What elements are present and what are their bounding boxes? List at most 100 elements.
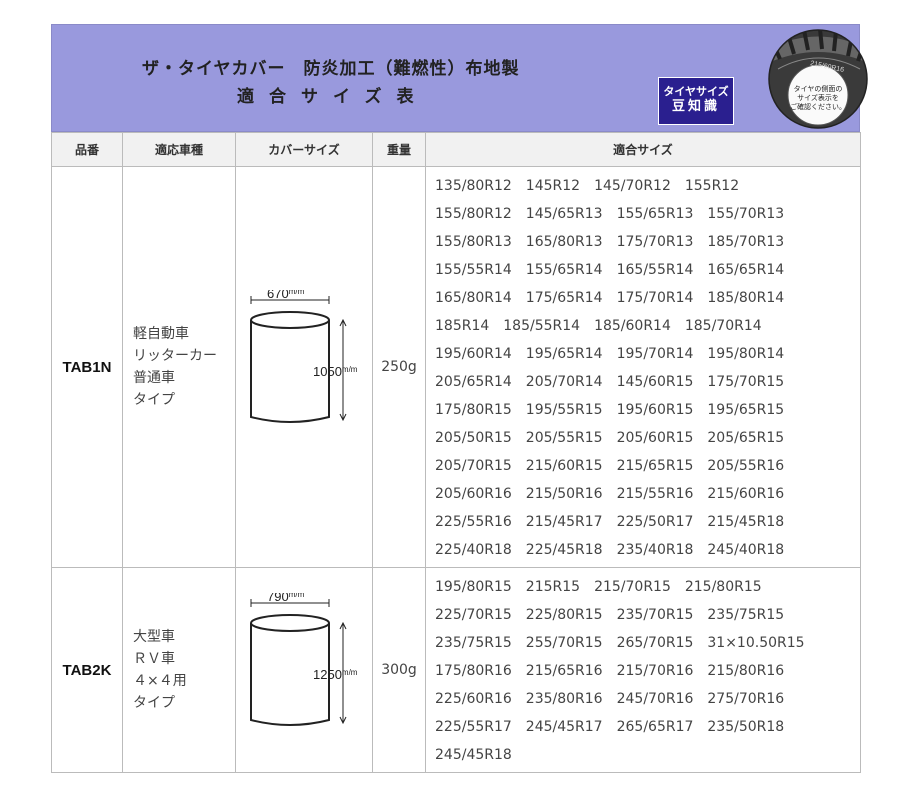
tire-size: 235/75R15 [707,607,785,623]
tire-size: 185/60R14 [594,318,671,334]
tire-size: 205/65R14 [435,374,512,390]
tire-size: 155/65R14 [525,262,603,278]
tire-sidewall-icon: 215/60R16 タイヤの側面の サイズ表示を ご確認ください。 [768,29,868,129]
tire-size: 155/55R14 [435,262,512,278]
tire-size: 215/45R17 [525,514,603,530]
size-line: 155/80R13 165/80R13 175/70R13 185/70R13 [435,229,860,257]
tire-size: 235/70R15 [616,607,694,623]
cover-cylinder-diagram: 670m/m 1050m/m [250,286,358,423]
header-banner: ザ・タイヤカバー 防炎加工（難燃性）布地製 適合サイズ表 タイヤサイズ 豆知識 … [51,24,868,132]
cover-unit: m/m [342,365,358,374]
tire-size: 205/70R15 [435,458,512,474]
size-line: 155/55R14 155/65R14 165/55R14 165/65R14 [435,257,860,285]
tire-size: 235/80R16 [525,691,603,707]
tire-note-line-2: サイズ表示を [797,93,839,102]
tire-size: 185/55R14 [503,318,581,334]
vehicle-type: 大型車 [133,629,175,645]
cover-unit: m/m [289,593,305,599]
tire-size: 245/45R18 [435,747,512,763]
tire-size: 265/70R15 [616,635,694,651]
tire-size: 235/40R18 [616,542,694,558]
tire-size: 145/70R12 [594,178,671,194]
badge-line-1: タイヤサイズ [663,85,729,98]
badge-line-2: 豆知識 [671,99,720,114]
page-container: ザ・タイヤカバー 防炎加工（難燃性）布地製 適合サイズ表 タイヤサイズ 豆知識 … [51,24,868,773]
tire-size: 245/45R17 [525,719,603,735]
page-subtitle: 適合サイズ表 [237,87,429,107]
tire-size: 145R12 [525,178,581,194]
size-line: 175/80R15 195/55R15 195/60R15 195/65R15 [435,397,860,425]
size-line: 225/40R18 225/45R18 235/40R18 245/40R18 [435,537,860,565]
size-line: 205/70R15 215/60R15 215/65R15 205/55R16 [435,453,860,481]
tire-size: 205/60R16 [435,486,512,502]
size-line: 225/55R17 245/45R17 265/65R17 235/50R18 [435,714,860,742]
compatible-sizes: 195/80R15 215R15 215/70R15 215/80R15 225/70R… [425,567,861,773]
tire-size: 195/55R15 [525,402,603,418]
tire-size: 195/80R14 [707,346,785,362]
tire-size: 205/65R15 [707,430,785,446]
tire-size: 205/60R15 [616,430,694,446]
svg-text:670m/m: 670m/m [267,290,305,301]
col-header-code: 品番 [51,132,123,167]
size-line: 185R14 185/55R14 185/60R14 185/70R14 [435,313,860,341]
tire-size-tips-button[interactable]: タイヤサイズ 豆知識 [658,77,734,125]
table-row: TAB1N 軽自動車 リッターカー 普通車 タイプ 670m/m 1050m/m… [51,166,861,568]
tire-size: 225/40R18 [435,542,512,558]
table-row: TAB2K 大型車 ＲＶ車 ４×４用 タイプ 790m/m 1250m/m 30… [51,567,861,773]
tire-size: 155R12 [684,178,740,194]
size-line: 155/80R12 145/65R13 155/65R13 155/70R13 [435,201,860,229]
size-line: 165/80R14 175/65R14 175/70R14 185/80R14 [435,285,860,313]
tire-size: 205/55R16 [707,458,785,474]
svg-text:790m/m: 790m/m [267,593,305,604]
tire-size: 215/45R18 [707,514,785,530]
size-table: 品番 適応車種 カバーサイズ 重量 適合サイズ TAB1N 軽自動車 リッターカ… [51,132,861,773]
tire-size: 185/80R14 [707,290,785,306]
tire-size: 225/80R15 [525,607,603,623]
tire-size: 205/55R15 [525,430,603,446]
tire-size: 195/60R15 [616,402,694,418]
size-line: 225/70R15 225/80R15 235/70R15 235/75R15 [435,602,860,630]
tire-size: 215/65R16 [525,663,603,679]
cover-size: 670m/m 1050m/m [235,166,373,568]
size-line: 225/60R16 235/80R16 245/70R16 275/70R16 [435,686,860,714]
tire-size: 215R15 [525,579,581,595]
weight-value: 250g [372,166,426,568]
tire-size: 215/80R15 [684,579,762,595]
size-line: 175/80R16 215/65R16 215/70R16 215/80R16 [435,658,860,686]
size-line: 205/65R14 205/70R14 145/60R15 175/70R15 [435,369,860,397]
tire-size: 145/60R15 [616,374,694,390]
vehicle-type: ＲＶ車 [133,651,175,667]
cover-height: 1250 [313,667,342,682]
tire-size: 155/70R13 [707,206,785,222]
tire-size: 185/70R14 [684,318,762,334]
size-line: 245/45R18 [435,742,860,770]
tire-size: 165/80R13 [525,234,603,250]
cover-cylinder-diagram: 790m/m 1250m/m [250,589,358,726]
col-header-cover: カバーサイズ [235,132,373,167]
tire-size: 215/60R16 [707,486,785,502]
svg-text:1250m/m: 1250m/m [313,667,358,682]
tire-size: 195/80R15 [435,579,512,595]
svg-text:1050m/m: 1050m/m [313,364,358,379]
weight-value: 300g [372,567,426,773]
tire-size: 235/50R18 [707,719,785,735]
cover-unit: m/m [342,668,358,677]
tire-note-line-3: ご確認ください。 [790,102,846,111]
table-header-row: 品番 適応車種 カバーサイズ 重量 適合サイズ [51,132,861,167]
vehicle-type: リッターカー [133,348,217,364]
size-line: 135/80R12 145R12 145/70R12 155R12 [435,173,860,201]
tire-size: 275/70R16 [707,691,785,707]
size-line: 195/80R15 215R15 215/70R15 215/80R15 [435,574,860,602]
product-code: TAB1N [51,166,123,568]
vehicle-types: 軽自動車 リッターカー 普通車 タイプ [122,166,236,568]
cover-unit: m/m [289,290,305,296]
tire-size: 215/80R16 [707,663,785,679]
tire-size: 195/65R15 [707,402,785,418]
tire-size: 185R14 [435,318,490,334]
tire-size: 175/70R13 [616,234,694,250]
tire-size: 31×10.50R15 [707,635,805,651]
col-header-vehicle: 適応車種 [122,132,236,167]
tire-size: 255/70R15 [525,635,603,651]
tire-size: 225/45R18 [525,542,603,558]
tire-size: 175/80R16 [435,663,512,679]
